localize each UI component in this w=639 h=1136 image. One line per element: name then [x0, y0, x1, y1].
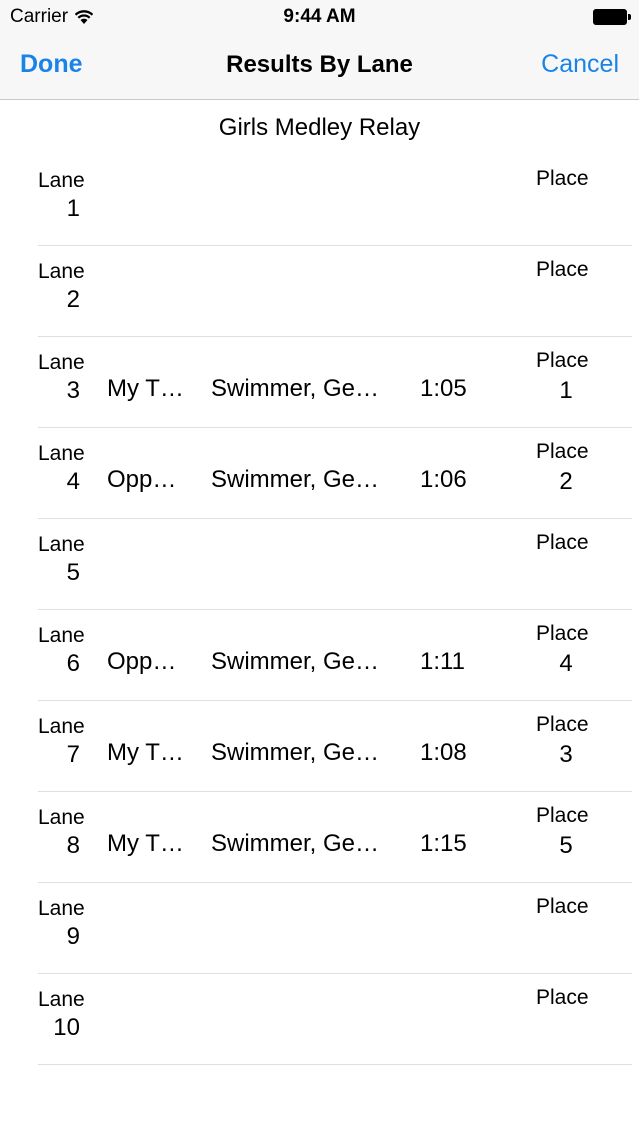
lane-row[interactable]: Lane 9 Place	[38, 883, 632, 974]
team-name: My T…	[107, 375, 184, 402]
result-time: 1:05	[420, 375, 467, 402]
place-label: Place	[536, 986, 589, 1009]
lane-number: 4	[66, 468, 80, 495]
lane-row[interactable]: Lane 10 Place	[38, 974, 632, 1065]
place-label: Place	[536, 895, 589, 918]
place-label: Place	[536, 713, 589, 736]
lane-row[interactable]: Lane 6 Opp… Swimmer, Ge… 1:11 Place 4	[38, 610, 632, 701]
lane-number: 8	[66, 832, 80, 859]
lane-number: 3	[66, 377, 80, 404]
place-label: Place	[536, 349, 589, 372]
lane-row[interactable]: Lane 7 My T… Swimmer, Ge… 1:08 Place 3	[38, 701, 632, 792]
result-time: 1:11	[420, 648, 465, 675]
nav-bar: Done Results By Lane Cancel	[0, 34, 639, 98]
battery-icon	[593, 9, 631, 25]
status-time: 9:44 AM	[283, 6, 356, 27]
lane-row[interactable]: Lane 1 Place	[38, 155, 632, 246]
lane-number: 6	[66, 650, 80, 677]
swimmer-name: Swimmer, Ge…	[211, 739, 380, 766]
result-time: 1:08	[420, 739, 467, 766]
result-time: 1:06	[420, 466, 467, 493]
lane-list: Lane 1 Place Lane 2 Place Lane 3 My T… S…	[0, 155, 639, 1065]
lane-number: 1	[66, 195, 80, 222]
status-bar: Carrier 9:44 AM	[0, 0, 639, 34]
lane-label: Lane	[38, 260, 85, 283]
lane-label: Lane	[38, 988, 85, 1011]
place-value: 5	[559, 832, 573, 859]
lane-label: Lane	[38, 533, 85, 556]
team-name: Opp…	[107, 466, 177, 493]
lane-label: Lane	[38, 806, 85, 829]
lane-number: 7	[66, 741, 80, 768]
lane-label: Lane	[38, 351, 85, 374]
place-label: Place	[536, 531, 589, 554]
place-value: 4	[559, 650, 573, 677]
place-value: 2	[559, 468, 573, 495]
lane-label: Lane	[38, 169, 85, 192]
swimmer-name: Swimmer, Ge…	[211, 466, 380, 493]
team-name: My T…	[107, 830, 184, 857]
lane-label: Lane	[38, 442, 85, 465]
place-label: Place	[536, 622, 589, 645]
place-value: 1	[559, 377, 573, 404]
lane-number: 9	[66, 923, 80, 950]
swimmer-name: Swimmer, Ge…	[211, 375, 380, 402]
place-label: Place	[536, 440, 589, 463]
lane-label: Lane	[38, 897, 85, 920]
lane-row[interactable]: Lane 3 My T… Swimmer, Ge… 1:05 Place 1	[38, 337, 632, 428]
top-chrome: Carrier 9:44 AM Done Results By Lane Can…	[0, 0, 639, 100]
swimmer-name: Swimmer, Ge…	[211, 830, 380, 857]
lane-number: 10	[53, 1014, 80, 1041]
lane-number: 5	[66, 559, 80, 586]
result-time: 1:15	[420, 830, 467, 857]
place-label: Place	[536, 167, 589, 190]
event-title: Girls Medley Relay	[218, 114, 421, 141]
cancel-button[interactable]: Cancel	[541, 50, 619, 79]
team-name: My T…	[107, 739, 184, 766]
lane-label: Lane	[38, 715, 85, 738]
lane-label: Lane	[38, 624, 85, 647]
lane-row[interactable]: Lane 5 Place	[38, 519, 632, 610]
lane-number: 2	[66, 286, 80, 313]
swimmer-name: Swimmer, Ge…	[211, 648, 380, 675]
team-name: Opp…	[107, 648, 177, 675]
lane-row[interactable]: Lane 4 Opp… Swimmer, Ge… 1:06 Place 2	[38, 428, 632, 519]
place-label: Place	[536, 258, 589, 281]
place-label: Place	[536, 804, 589, 827]
place-value: 3	[559, 741, 573, 768]
lane-row[interactable]: Lane 2 Place	[38, 246, 632, 337]
lane-row[interactable]: Lane 8 My T… Swimmer, Ge… 1:15 Place 5	[38, 792, 632, 883]
